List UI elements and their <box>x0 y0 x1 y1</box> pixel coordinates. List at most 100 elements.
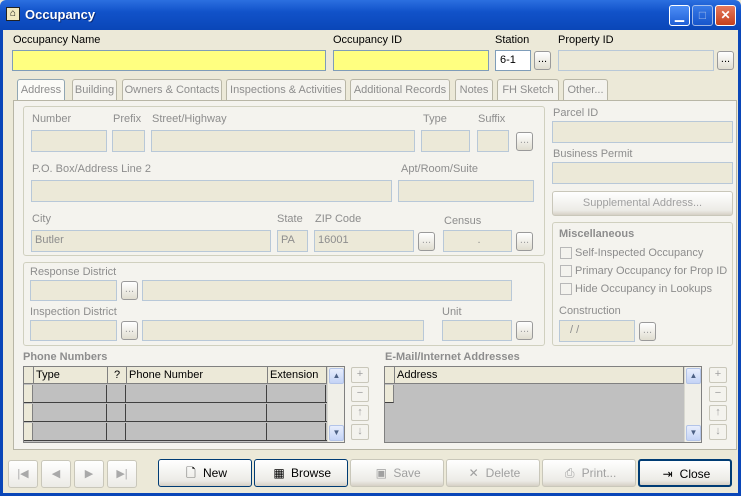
street-label: Street/Highway <box>152 113 227 125</box>
occupancy-id-input[interactable] <box>333 50 489 71</box>
phone-col-number[interactable]: Phone Number <box>127 367 268 384</box>
parcel-id-label: Parcel ID <box>553 107 599 119</box>
occupancy-name-input[interactable] <box>12 50 326 71</box>
browse-button[interactable]: ▦ Browse <box>254 459 348 487</box>
grid-corner <box>385 367 395 384</box>
po-box-input[interactable] <box>31 180 392 202</box>
email-col-address[interactable]: Address <box>395 367 684 384</box>
zip-input[interactable]: 16001 <box>314 230 414 252</box>
arrow-up-icon: ↑ <box>357 406 363 418</box>
email-grid-scrollbar[interactable]: ▲ ▼ <box>684 367 701 442</box>
construction-date-button[interactable]: ... <box>639 322 656 341</box>
scroll-up-icon[interactable]: ▲ <box>686 368 701 384</box>
scroll-down-icon[interactable]: ▼ <box>686 425 701 441</box>
scroll-down-icon[interactable]: ▼ <box>329 425 344 441</box>
city-input[interactable]: Butler <box>31 230 271 252</box>
census-input[interactable]: . <box>443 230 512 252</box>
hide-occupancy-checkbox[interactable] <box>560 283 572 295</box>
exit-door-icon: ⇥ <box>662 467 673 481</box>
tab-building[interactable]: Building <box>72 79 117 101</box>
tab-other[interactable]: Other... <box>563 79 608 101</box>
tab-additional-records[interactable]: Additional Records <box>350 79 450 101</box>
miscellaneous-heading: Miscellaneous <box>559 228 635 240</box>
phone-col-extension[interactable]: Extension <box>268 367 327 384</box>
next-record-button[interactable]: ▶ <box>74 460 104 488</box>
phone-grid-scrollbar[interactable]: ▲ ▼ <box>327 367 344 442</box>
inspection-district-lookup-button[interactable]: ... <box>121 321 138 340</box>
phone-numbers-heading: Phone Numbers <box>23 351 108 363</box>
business-permit-input[interactable] <box>552 162 733 184</box>
phone-move-down-button[interactable]: ↓ <box>351 424 369 440</box>
last-record-button[interactable]: ▶| <box>107 460 137 488</box>
phone-remove-button[interactable]: − <box>351 386 369 402</box>
table-row[interactable] <box>33 423 327 441</box>
tab-owners-contacts[interactable]: Owners & Contacts <box>122 79 222 101</box>
maximize-button[interactable]: □ <box>692 5 713 26</box>
minimize-button[interactable]: ▁ <box>669 5 690 26</box>
row-indicator <box>24 385 33 403</box>
close-button[interactable]: ⇥ Close <box>638 459 732 487</box>
phone-numbers-grid[interactable]: Type ? Phone Number Extension ▲ ▼ <box>23 366 345 443</box>
email-add-button[interactable]: + <box>709 367 727 383</box>
print-button[interactable]: ⎙ Print... <box>542 459 636 487</box>
occupancy-id-label: Occupancy ID <box>333 34 403 46</box>
title-bar[interactable]: ⌂ Occupancy ▁ □ ✕ <box>0 0 741 30</box>
email-move-down-button[interactable]: ↓ <box>709 424 727 440</box>
new-button[interactable]: 🗋 New <box>158 459 252 487</box>
construction-date-input[interactable]: / / <box>559 320 635 342</box>
maximize-icon: □ <box>698 8 707 22</box>
phone-move-up-button[interactable]: ↑ <box>351 405 369 421</box>
street-input[interactable] <box>151 130 415 152</box>
parcel-id-input[interactable] <box>552 121 733 143</box>
phone-add-button[interactable]: + <box>351 367 369 383</box>
address-lookup-button[interactable]: ... <box>516 132 533 151</box>
email-remove-button[interactable]: − <box>709 386 727 402</box>
email-grid[interactable]: Address ▲ ▼ <box>384 366 702 443</box>
save-button-label: Save <box>393 466 421 480</box>
state-input[interactable]: PA <box>277 230 308 252</box>
browse-icon: ▦ <box>273 466 285 480</box>
close-window-button[interactable]: ✕ <box>715 5 736 26</box>
apt-input[interactable] <box>398 180 534 202</box>
response-district-input[interactable] <box>30 280 117 301</box>
phone-col-flag[interactable]: ? <box>108 367 127 384</box>
email-move-up-button[interactable]: ↑ <box>709 405 727 421</box>
unit-lookup-button[interactable]: ... <box>516 321 533 340</box>
station-input[interactable]: 6-1 <box>495 50 531 71</box>
delete-icon: ✕ <box>468 466 479 480</box>
type-input[interactable] <box>421 130 470 152</box>
delete-button[interactable]: ✕ Delete <box>446 459 540 487</box>
census-lookup-button[interactable]: ... <box>516 232 533 251</box>
save-button[interactable]: ▣ Save <box>350 459 444 487</box>
tab-address[interactable]: Address <box>17 79 65 101</box>
primary-occupancy-checkbox[interactable] <box>560 265 572 277</box>
prefix-input[interactable] <box>112 130 145 152</box>
unit-input[interactable] <box>442 320 512 341</box>
phone-col-type[interactable]: Type <box>34 367 108 384</box>
email-grid-body[interactable] <box>394 385 684 442</box>
table-row[interactable] <box>33 404 327 422</box>
tab-notes[interactable]: Notes <box>455 79 493 101</box>
business-permit-label: Business Permit <box>553 148 633 160</box>
response-district-lookup-button[interactable]: ... <box>121 281 138 300</box>
previous-record-button[interactable]: ◀ <box>41 460 71 488</box>
scroll-up-icon[interactable]: ▲ <box>329 368 344 384</box>
property-id-input[interactable] <box>558 50 714 71</box>
arrow-up-icon: ↑ <box>715 406 721 418</box>
new-document-icon: 🗋 <box>186 466 196 480</box>
type-label: Type <box>423 113 447 125</box>
inspection-district-input[interactable] <box>30 320 117 341</box>
zip-lookup-button[interactable]: ... <box>418 232 435 251</box>
first-record-icon: |◀ <box>17 468 29 480</box>
property-id-lookup-button[interactable]: ... <box>717 51 734 70</box>
self-inspected-checkbox[interactable] <box>560 247 572 259</box>
first-record-button[interactable]: |◀ <box>8 460 38 488</box>
table-row[interactable] <box>33 385 327 403</box>
minus-icon: − <box>356 387 364 399</box>
number-input[interactable] <box>31 130 107 152</box>
tab-inspections-activities[interactable]: Inspections & Activities <box>226 79 346 101</box>
station-lookup-button[interactable]: ... <box>534 51 551 70</box>
suffix-input[interactable] <box>477 130 509 152</box>
tab-fh-sketch[interactable]: FH Sketch <box>497 79 559 101</box>
supplemental-address-button[interactable]: Supplemental Address... <box>552 191 733 216</box>
